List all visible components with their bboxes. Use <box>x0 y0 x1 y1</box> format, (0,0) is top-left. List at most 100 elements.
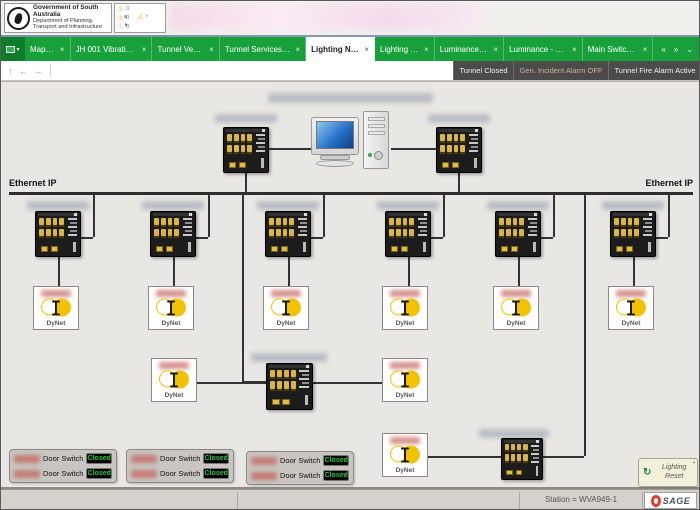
switch-led <box>302 382 309 384</box>
dynet-node[interactable]: DyNet <box>382 433 428 477</box>
link-line <box>443 194 445 237</box>
switch-port <box>628 229 633 238</box>
redacted-device-label <box>257 201 319 210</box>
switch-power-connector <box>511 246 518 252</box>
dynet-node[interactable]: DyNet <box>148 286 194 330</box>
switch-port <box>277 370 282 379</box>
ethernet-switch[interactable] <box>436 127 482 173</box>
link-line <box>173 257 175 287</box>
switch-ports <box>440 134 465 154</box>
dynet-node[interactable]: DyNet <box>382 286 428 330</box>
redacted-device-label <box>215 114 277 123</box>
ethernet-switch[interactable] <box>610 211 656 257</box>
door-switch-row: Door SwitchClosed <box>251 455 349 466</box>
dynet-logo-icon <box>390 446 420 465</box>
tower-power-button <box>374 151 383 160</box>
link-line <box>633 257 635 287</box>
ethernet-switch[interactable] <box>266 363 313 410</box>
link-line <box>311 237 323 239</box>
switch-port <box>634 218 639 227</box>
statusbar-divider <box>642 492 643 509</box>
dynet-logo-bar <box>55 302 57 315</box>
switch-port <box>284 381 289 390</box>
link-line <box>518 257 520 287</box>
redacted-device-label <box>27 201 89 210</box>
door-switch-label: Door Switch <box>280 456 320 465</box>
switch-power-connector <box>616 246 623 252</box>
door-status-badge: Closed <box>203 468 229 479</box>
dynet-node[interactable]: DyNet <box>382 358 428 402</box>
ethernet-switch[interactable] <box>385 211 431 257</box>
switch-led <box>471 138 477 140</box>
switch-top-strip <box>269 365 310 368</box>
switch-side-led <box>533 242 535 253</box>
switch-port <box>389 218 394 227</box>
switch-port <box>506 218 511 227</box>
dynet-node[interactable]: DyNet <box>151 358 197 402</box>
switch-ports <box>389 218 414 238</box>
switch-ports <box>499 218 524 238</box>
door-switch-label: Door Switch <box>160 454 200 463</box>
redacted-door-id <box>251 472 277 480</box>
redacted-door-id <box>14 470 40 478</box>
workstation-computer[interactable] <box>311 111 391 173</box>
switch-port <box>46 229 51 238</box>
switch-led <box>645 222 651 224</box>
dynet-node[interactable]: DyNet <box>33 286 79 330</box>
tower-drive-slot <box>368 117 385 121</box>
switch-side-led <box>73 242 75 253</box>
switch-leds <box>256 134 265 155</box>
dynet-node[interactable]: DyNet <box>608 286 654 330</box>
redacted-door-id <box>251 457 277 465</box>
ethernet-switch[interactable] <box>35 211 81 257</box>
ethernet-switch[interactable] <box>265 211 311 257</box>
redacted-dynet-label <box>616 290 647 297</box>
link-line <box>81 237 93 239</box>
switch-port <box>276 229 281 238</box>
switch-led <box>528 226 537 228</box>
redacted-device-label <box>377 201 439 210</box>
dynet-logo-bar <box>404 449 406 462</box>
switch-power-connector <box>516 470 523 475</box>
redacted-device-label <box>142 201 204 210</box>
link-line <box>584 194 586 456</box>
switch-power-connector <box>271 246 278 252</box>
ethernet-switch[interactable] <box>223 127 269 173</box>
switch-leds <box>528 218 537 239</box>
ethernet-ip-label-left: Ethernet IP <box>9 178 57 188</box>
switch-leds <box>68 218 77 239</box>
dynet-node[interactable]: DyNet <box>263 286 309 330</box>
link-line <box>391 148 436 150</box>
redacted-device-label <box>479 429 549 438</box>
tower-drive-slot <box>368 124 385 128</box>
switch-port <box>247 145 252 154</box>
door-switch-panel: Door SwitchClosedDoor SwitchClosed <box>9 449 117 483</box>
link-line <box>323 194 325 237</box>
switch-led <box>418 218 427 220</box>
ethernet-switch[interactable] <box>150 211 196 257</box>
switch-ports <box>154 218 179 238</box>
switch-leds <box>643 218 652 239</box>
switch-power-connector <box>51 246 58 252</box>
switch-port <box>447 134 452 143</box>
door-switch-label: Door Switch <box>280 471 320 480</box>
switch-port <box>174 229 179 238</box>
ethernet-switch[interactable] <box>495 211 541 257</box>
switch-led <box>528 234 537 236</box>
switch-port <box>403 229 408 238</box>
lighting-reset-button[interactable]: ↻ Lighting Reset ▪ <box>638 458 698 487</box>
switch-port <box>39 218 44 227</box>
switch-port <box>621 229 626 238</box>
dynet-label: DyNet <box>34 320 78 327</box>
switch-port <box>289 229 294 238</box>
switch-led <box>185 230 191 232</box>
door-switch-label: Door Switch <box>160 469 200 478</box>
switch-port <box>614 218 619 227</box>
switch-port <box>46 218 51 227</box>
ethernet-switch[interactable] <box>501 438 543 480</box>
switch-led <box>183 226 192 228</box>
switch-led <box>469 150 478 152</box>
dynet-node[interactable]: DyNet <box>493 286 539 330</box>
switch-port <box>440 134 445 143</box>
switch-led <box>299 386 308 388</box>
